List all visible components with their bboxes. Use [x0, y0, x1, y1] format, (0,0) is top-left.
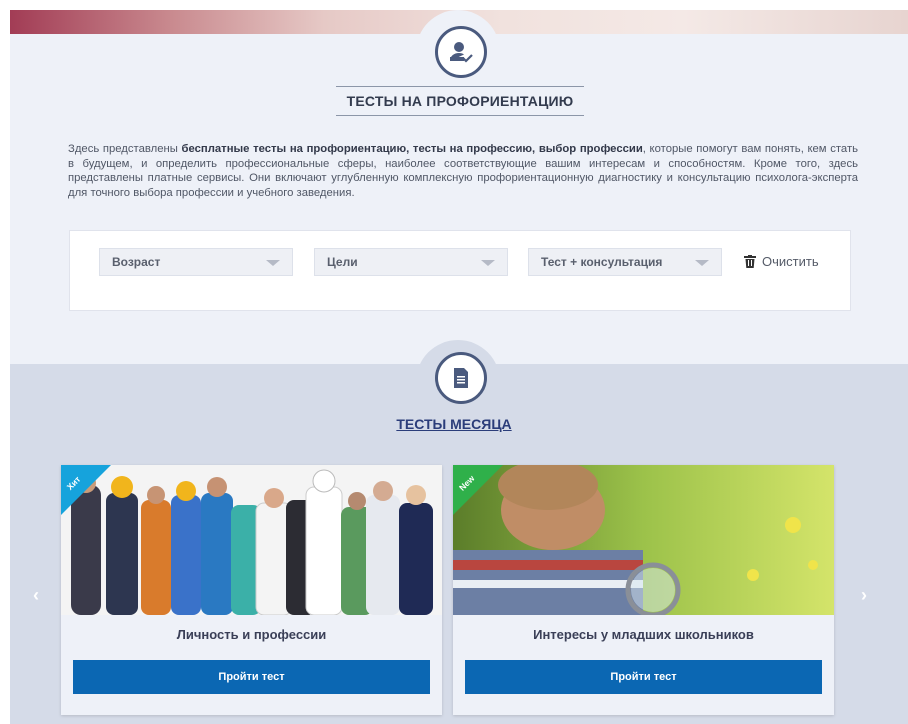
dropdown-arrow-icon	[266, 260, 280, 266]
age-select[interactable]: Возраст	[99, 248, 293, 276]
carousel-prev-button[interactable]: ‹	[33, 585, 39, 606]
user-check-icon	[435, 26, 487, 78]
card-image-child-magnifier	[453, 465, 834, 615]
dropdown-arrow-icon	[481, 260, 495, 266]
clear-filters-label: Очистить	[762, 254, 819, 269]
intro-bold: бесплатные тесты на профориентацию, тест…	[181, 143, 643, 155]
dropdown-arrow-icon	[695, 260, 709, 266]
take-test-button[interactable]: Пройти тест	[465, 660, 822, 694]
card-title: Интересы у младших школьников	[533, 627, 754, 642]
test-type-select[interactable]: Тест + консультация	[528, 248, 722, 276]
test-card[interactable]: Хит Личность и профессии Пройти тест	[61, 465, 442, 715]
goals-select[interactable]: Цели	[314, 248, 508, 276]
section-title-wrap: ТЕСТЫ НА ПРОФОРИЕНТАЦИЮ	[336, 86, 584, 116]
card-image-professions	[61, 465, 442, 615]
test-card[interactable]: New Интересы у младших школьников Пройти…	[453, 465, 834, 715]
age-select-value: Возраст	[112, 255, 161, 269]
clear-filters-button[interactable]: Очистить	[744, 254, 819, 269]
take-test-button[interactable]: Пройти тест	[73, 660, 430, 694]
carousel-next-button[interactable]: ›	[861, 585, 867, 606]
left-margin	[0, 0, 10, 724]
test-type-select-value: Тест + консультация	[541, 255, 663, 269]
intro-part-1: Здесь представлены	[68, 143, 182, 155]
trash-icon	[744, 255, 756, 268]
filter-panel: Возраст Цели Тест + консультация Очистит…	[69, 230, 851, 311]
goals-select-value: Цели	[327, 255, 358, 269]
month-tests-title-link[interactable]: ТЕСТЫ МЕСЯЦА	[0, 416, 908, 432]
page-title: ТЕСТЫ НА ПРОФОРИЕНТАЦИЮ	[346, 93, 574, 109]
intro-text: Здесь представлены бесплатные тесты на п…	[68, 142, 858, 200]
document-icon	[435, 352, 487, 404]
hit-badge	[61, 465, 111, 515]
card-title: Личность и профессии	[176, 627, 327, 642]
